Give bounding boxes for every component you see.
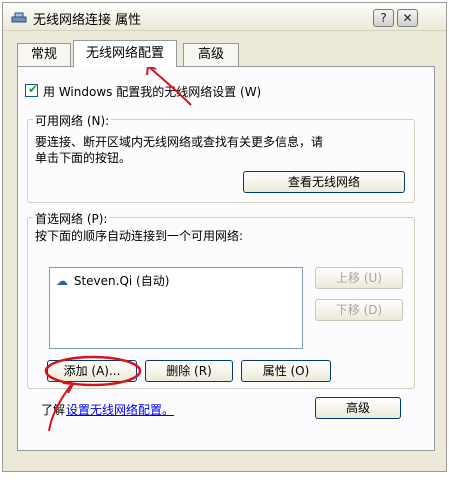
available-networks-description-1: 要连接、断开区域内无线网络或查找有关更多信息，请 [35, 135, 324, 149]
available-networks-legend: 可用网络 (N): [33, 112, 112, 129]
properties-window: 无线网络连接 属性 ? ✕ 常规 无线网络配置 高级 ✔ 用 Windows 配… [2, 2, 447, 472]
remove-button[interactable]: 删除 (R) [145, 360, 233, 382]
preferred-networks-list[interactable]: ☁ Steven.Qi (自动) [49, 267, 303, 349]
list-item[interactable]: ☁ Steven.Qi (自动) [54, 272, 169, 289]
use-windows-label[interactable]: 用 Windows 配置我的无线网络设置 (W) [43, 83, 261, 100]
help-button[interactable]: ? [373, 9, 394, 27]
add-button[interactable]: 添加 (A)... [47, 360, 137, 382]
title-bar: 无线网络连接 属性 ? ✕ [3, 3, 446, 31]
preferred-networks-legend: 首选网络 (P): [33, 210, 110, 227]
learn-link[interactable]: 设置无线网络配置。 [66, 401, 174, 418]
network-name: Steven.Qi (自动) [73, 274, 170, 288]
window-title: 无线网络连接 属性 [33, 13, 142, 28]
preferred-networks-description: 按下面的顺序自动连接到一个可用网络: [35, 229, 244, 243]
view-wireless-networks-button[interactable]: 查看无线网络 [243, 171, 405, 193]
use-windows-checkbox[interactable]: ✔ [25, 82, 39, 97]
network-connection-icon [11, 12, 27, 23]
available-networks-description-2: 单击下面的按钮。 [35, 151, 132, 165]
properties-button[interactable]: 属性 (O) [241, 360, 331, 382]
checkmark-icon: ✔ [28, 82, 39, 96]
move-down-button[interactable]: 下移 (D) [315, 299, 403, 321]
wireless-network-icon: ☁ [56, 274, 68, 288]
tab-wireless-networks[interactable]: 无线网络配置 [73, 40, 177, 67]
close-button[interactable]: ✕ [397, 9, 418, 27]
tab-advanced[interactable]: 高级 [183, 43, 239, 66]
advanced-button[interactable]: 高级 [315, 397, 401, 419]
move-up-button[interactable]: 上移 (U) [315, 267, 403, 289]
tab-general[interactable]: 常规 [17, 43, 71, 66]
learn-prefix: 了解 [41, 403, 66, 417]
